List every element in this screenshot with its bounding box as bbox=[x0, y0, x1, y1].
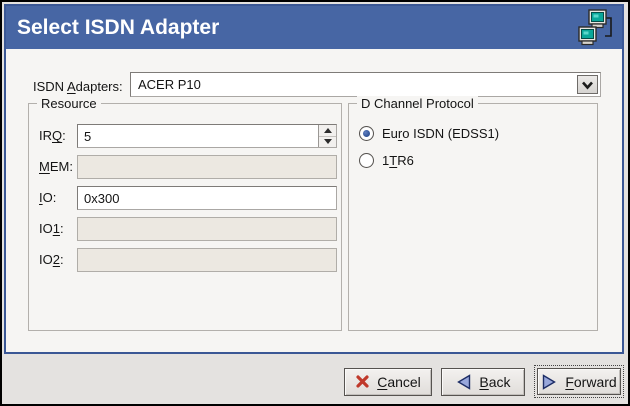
mem-input bbox=[77, 155, 337, 179]
io2-label: IO2: bbox=[39, 252, 64, 267]
radio-euro-isdn-edss1[interactable]: Euro ISDN (EDSS1) bbox=[359, 126, 499, 141]
d-channel-protocol-group-title: D Channel Protocol bbox=[357, 96, 478, 111]
radio-1tr6[interactable]: 1TR6 bbox=[359, 153, 414, 168]
dialog-content: ISDN Adapters: ACER P10 Resource IRQ: bbox=[6, 49, 622, 352]
irq-label: IRQ: bbox=[39, 128, 66, 143]
red-x-icon bbox=[355, 374, 370, 389]
radio-1tr6-label: 1TR6 bbox=[382, 153, 414, 168]
irq-field-row: IRQ: bbox=[29, 124, 341, 148]
mem-label: MEM: bbox=[39, 159, 73, 174]
radio-button-icon bbox=[359, 126, 374, 141]
io-input[interactable] bbox=[77, 186, 337, 210]
page-title: Select ISDN Adapter bbox=[17, 16, 219, 40]
d-channel-protocol-groupbox: D Channel Protocol Euro ISDN (EDSS1) 1TR… bbox=[348, 103, 598, 331]
combobox-dropdown-button[interactable] bbox=[577, 75, 598, 94]
dialog-panel: Select ISDN Adapter bbox=[4, 4, 624, 354]
spin-up-icon[interactable] bbox=[319, 125, 336, 136]
arrow-right-icon bbox=[541, 374, 558, 390]
back-button-label: Back bbox=[479, 374, 510, 390]
io2-input bbox=[77, 248, 337, 272]
forward-button-focus-ring: Forward bbox=[534, 365, 624, 398]
forward-button[interactable]: Forward bbox=[537, 368, 621, 395]
network-computers-icon bbox=[578, 9, 614, 47]
io1-field-row: IO1: bbox=[29, 217, 341, 241]
chevron-down-icon bbox=[581, 80, 594, 90]
resource-groupbox: Resource IRQ: MEM: I bbox=[28, 103, 342, 331]
isdn-adapters-selected-value: ACER P10 bbox=[131, 77, 577, 92]
dialog-button-row: Cancel Back Forward bbox=[344, 365, 624, 398]
isdn-adapters-label: ISDN Adapters: bbox=[33, 79, 123, 94]
cancel-button[interactable]: Cancel bbox=[344, 368, 432, 396]
forward-button-label: Forward bbox=[565, 374, 616, 390]
back-button[interactable]: Back bbox=[441, 368, 525, 396]
radio-euro-isdn-label: Euro ISDN (EDSS1) bbox=[382, 126, 499, 141]
radio-button-icon bbox=[359, 153, 374, 168]
arrow-left-icon bbox=[455, 374, 472, 390]
irq-spinner[interactable] bbox=[318, 125, 336, 147]
cancel-button-label: Cancel bbox=[377, 374, 421, 390]
spin-down-icon[interactable] bbox=[319, 136, 336, 148]
io2-field-row: IO2: bbox=[29, 248, 341, 272]
irq-input[interactable] bbox=[77, 124, 337, 148]
mem-field-row: MEM: bbox=[29, 155, 341, 179]
io1-input bbox=[77, 217, 337, 241]
io-label: IO: bbox=[39, 190, 56, 205]
io-field-row: IO: bbox=[29, 186, 341, 210]
resource-group-title: Resource bbox=[37, 96, 101, 111]
dialog-window: Select ISDN Adapter bbox=[0, 0, 630, 406]
isdn-adapters-combobox[interactable]: ACER P10 bbox=[130, 72, 601, 97]
dialog-titlebar: Select ISDN Adapter bbox=[6, 6, 622, 49]
io1-label: IO1: bbox=[39, 221, 64, 236]
